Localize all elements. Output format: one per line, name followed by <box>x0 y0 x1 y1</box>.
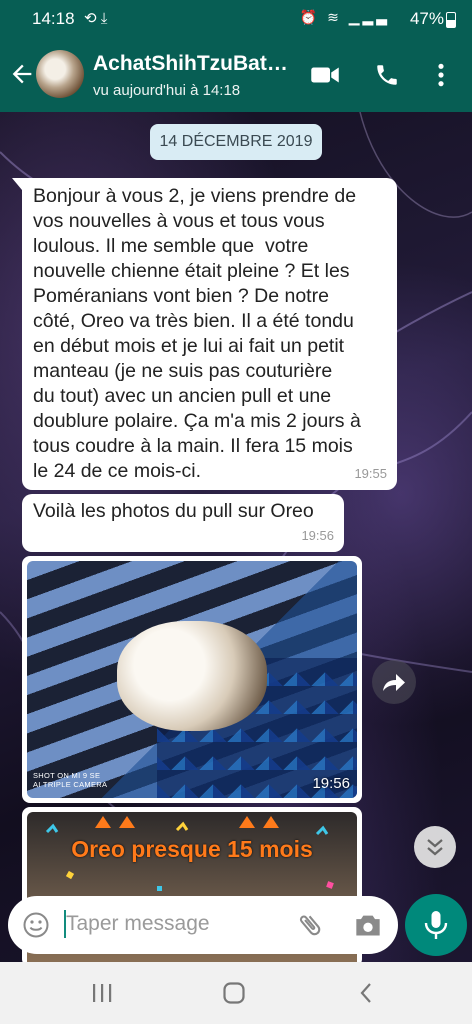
photo-watermark: SHOT ON MI 9 SE AI TRIPLE CAMERA <box>33 771 107 789</box>
contact-name[interactable]: AchatShihTzuBat… <box>93 52 288 76</box>
message-line: loulous. Il me semble que votre <box>33 235 309 257</box>
video-call-icon[interactable] <box>310 62 340 88</box>
watermark-line: SHOT ON MI 9 SE <box>33 771 101 780</box>
message-bubble-incoming[interactable]: Voilà les photos du pull sur Oreo 19:56 <box>22 494 344 552</box>
photo-dog <box>117 621 267 731</box>
arrow-left-icon[interactable] <box>8 58 36 90</box>
mic-button[interactable] <box>405 894 467 956</box>
emoji-icon[interactable] <box>22 911 50 939</box>
last-seen-status[interactable]: vu aujourd'hui à 14:18 <box>93 82 240 99</box>
message-line: doublure polaire. Ça m'a mis 2 jours à <box>33 410 361 432</box>
recent-apps-icon[interactable] <box>90 982 114 1004</box>
message-line: tous coudre à la main. Il fera 15 mois <box>33 435 353 457</box>
message-line: vos nouvelles à vous et tous vous <box>33 210 325 232</box>
forward-button[interactable] <box>372 660 416 704</box>
chat-area[interactable]: 14 DÉCEMBRE 2019 Bonjour à vous 2, je vi… <box>0 112 472 962</box>
photo-time: 19:56 <box>312 775 350 792</box>
message-line: Bonjour à vous 2, je viens prendre de <box>33 185 357 207</box>
home-icon[interactable] <box>222 982 246 1004</box>
watermark-line: AI TRIPLE CAMERA <box>33 780 108 789</box>
message-line: le 24 de ce mois-ci. <box>33 460 201 482</box>
scroll-down-button[interactable] <box>414 826 456 868</box>
message-line: du tout) avec un ancien pull et une <box>33 385 332 407</box>
message-input[interactable]: Taper message <box>66 912 210 936</box>
message-line: nouvelle chienne était pleine ? Et les <box>33 260 350 282</box>
status-time: 14:18 <box>32 9 75 28</box>
message-line: Voilà les photos du pull sur Oreo <box>33 500 314 522</box>
more-vertical-icon[interactable] <box>436 62 446 88</box>
status-system-icons: ⏰ ≋ ▁▂▃ <box>299 9 390 25</box>
photo-banner-text: Oreo presque 15 mois <box>71 836 313 862</box>
message-time: 19:55 <box>354 466 387 481</box>
message-line: en début mois et je lui ai fait un petit <box>33 335 345 357</box>
message-line: côté, Oreo va très bien. Il a été tondu <box>33 310 354 332</box>
status-bar: 14:18 ⟲ ⤓ ⏰ ≋ ▁▂▃ 47% <box>0 0 472 38</box>
status-notification-icons: ⟲ ⤓ <box>84 10 108 27</box>
system-navigation-bar <box>0 962 472 1024</box>
message-bubble-incoming[interactable]: Bonjour à vous 2, je viens prendre de vo… <box>12 178 397 490</box>
forward-icon <box>383 674 405 691</box>
battery-icon <box>446 12 456 28</box>
chat-header: AchatShihTzuBat… vu aujourd'hui à 14:18 <box>0 38 472 112</box>
message-line: Poméranians vont bien ? De notre <box>33 285 329 307</box>
phone-icon[interactable] <box>374 62 400 88</box>
photo-message[interactable]: SHOT ON MI 9 SE AI TRIPLE CAMERA 19:56 <box>22 556 362 803</box>
message-composer[interactable]: Taper message <box>8 896 398 954</box>
microphone-icon <box>424 911 448 939</box>
avatar[interactable] <box>36 50 84 98</box>
date-chip: 14 DÉCEMBRE 2019 <box>150 124 322 160</box>
double-chevron-down-icon <box>427 839 443 856</box>
back-nav-icon[interactable] <box>356 982 378 1004</box>
paperclip-icon[interactable] <box>296 911 324 939</box>
message-time: 19:56 <box>301 528 334 543</box>
message-line: manteau (je ne suis pas couturière <box>33 360 333 382</box>
battery-level: 47% <box>409 9 444 28</box>
photo-thumbnail[interactable]: SHOT ON MI 9 SE AI TRIPLE CAMERA 19:56 <box>27 561 357 798</box>
camera-icon[interactable] <box>354 912 382 938</box>
